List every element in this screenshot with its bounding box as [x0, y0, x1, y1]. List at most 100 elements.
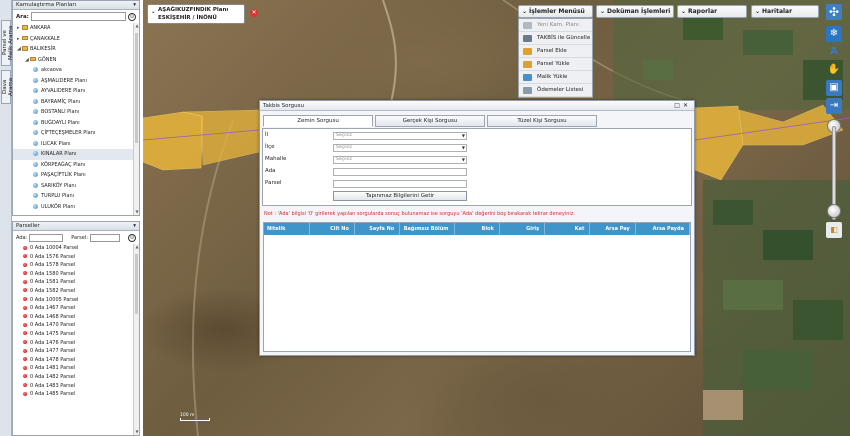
parsel-list-item[interactable]: 0 Ada 1482 Parsel — [13, 373, 133, 382]
tab-zemin-sorgusu[interactable]: Zemin Sorgusu — [263, 115, 373, 127]
parsel-field[interactable] — [333, 180, 467, 188]
tree-plan-item[interactable]: KÖRPEAĞAÇ Planı — [13, 160, 133, 171]
islemler-menu-item[interactable]: Malik Yükle — [519, 71, 592, 84]
column-header[interactable]: Kat — [545, 223, 591, 235]
column-header[interactable]: Blok — [455, 223, 500, 235]
scroll-up-icon[interactable]: ▲ — [134, 23, 140, 29]
tab-gercek-kisi-sorgusu[interactable]: Gerçek Kişi Sorgusu — [375, 115, 485, 127]
tree-plan-item[interactable]: AYVALIDERE Planı — [13, 86, 133, 97]
tree-plan-item[interactable]: ILICAK Planı — [13, 139, 133, 150]
parsel-list-item[interactable]: 0 Ada 1468 Parsel — [13, 313, 133, 322]
scroll-down-icon[interactable]: ▼ — [134, 209, 140, 215]
layers-icon[interactable]: ◧ — [826, 222, 842, 238]
parsel-list-scrollbar[interactable]: ▲ ▼ — [133, 244, 139, 435]
tree-plan-item[interactable]: ÇİFTEÇEŞMELER Planı — [13, 128, 133, 139]
column-header[interactable]: Arsa Pay — [590, 223, 636, 235]
dokuman-menu-button[interactable]: ⌄ Doküman İşlemleri — [596, 5, 674, 18]
parsel-list-item[interactable]: 0 Ada 1578 Parsel — [13, 261, 133, 270]
parsel-list-item[interactable]: 0 Ada 1477 Parsel — [13, 347, 133, 356]
tree-plan-item[interactable]: BAYRAMİÇ Planı — [13, 97, 133, 108]
collapse-icon[interactable]: ▾ — [133, 1, 136, 10]
tab-dava-arama[interactable]: Dava Arama — [1, 70, 14, 104]
islemler-menu-item[interactable]: TAKBİS ile Güncelle — [519, 32, 592, 45]
column-header[interactable]: Cilt No — [310, 223, 355, 235]
islemler-menu-item[interactable]: Parsel Ekle — [519, 45, 592, 58]
raporlar-menu-button[interactable]: ⌄ Raporlar — [677, 5, 747, 18]
pan-hand-icon[interactable]: ✋ — [826, 62, 842, 78]
parsel-list-item[interactable]: 0 Ada 1576 Parsel — [13, 253, 133, 262]
parsel-list-item[interactable]: 0 Ada 10005 Parsel — [13, 296, 133, 305]
islemler-menu-item[interactable]: Yeni Kam. Planı — [519, 19, 592, 32]
parsel-item-label: 0 Ada 1477 Parsel — [30, 348, 76, 355]
close-plan-icon[interactable]: ✕ — [250, 9, 258, 17]
scroll-thumb[interactable] — [135, 33, 138, 143]
tree-plan-item[interactable]: ULUKÖR Planı — [13, 202, 133, 213]
haritalar-menu-button[interactable]: ⌄ Haritalar — [751, 5, 819, 18]
islemler-dropdown: Yeni Kam. Planı TAKBİS ile Güncelle Parsel… — [518, 18, 593, 98]
tree-plan-item[interactable]: BOSTANLI Planı — [13, 107, 133, 118]
tree-plan-item[interactable]: AŞMALIDERE Planı — [13, 76, 133, 87]
plan-tree-scrollbar[interactable]: ▲ ▼ — [133, 23, 139, 215]
parsel-list-item[interactable]: 0 Ada 1467 Parsel — [13, 304, 133, 313]
text-annotation-icon[interactable]: A — [826, 44, 842, 60]
plan-search-input[interactable] — [30, 12, 126, 21]
il-select[interactable]: Seçiniz ▼ — [333, 132, 467, 140]
tree-plan-item[interactable]: KINALAR Planı — [13, 149, 133, 160]
scroll-up-icon[interactable]: ▲ — [134, 244, 140, 250]
tab-parsel-malik-arama[interactable]: Parsel ve Malik Arama — [1, 20, 14, 66]
tree-plan-item[interactable]: PAŞAÇİFTLİK Planı — [13, 170, 133, 181]
parsel-list-item[interactable]: 0 Ada 1483 Parsel — [13, 382, 133, 391]
column-header[interactable]: Giriş — [500, 223, 546, 235]
tapinmaz-getir-button[interactable]: Tapınmaz Bilgilerini Getir — [333, 191, 467, 201]
tree-plan-item[interactable]: akcaova — [13, 65, 133, 76]
zoom-slider-handle[interactable] — [827, 204, 841, 218]
parsel-list-item[interactable]: 0 Ada 1476 Parsel — [13, 339, 133, 348]
tab-tuzel-kisi-sorgusu[interactable]: Tüzel Kişi Sorgusu — [487, 115, 597, 127]
parsel-marker-icon — [23, 271, 27, 276]
ilce-select[interactable]: Seçiniz ▼ — [333, 144, 467, 152]
close-icon[interactable]: ✕ — [683, 102, 691, 109]
navigation-compass-icon[interactable]: ✣ — [826, 4, 842, 20]
tree-folder-item[interactable]: ◢ GÖNEN — [13, 55, 133, 66]
parsel-list-item[interactable]: 0 Ada 1481 Parsel — [13, 364, 133, 373]
column-header[interactable]: Bağımsız Bölüm No — [400, 223, 455, 244]
tree-folder-item[interactable]: ▸ ANKARA — [13, 23, 133, 34]
scroll-down-icon[interactable]: ▼ — [134, 429, 140, 435]
column-header[interactable]: Nitelik — [264, 223, 310, 235]
active-plan-box[interactable]: ⌄ AŞAĞIKUZFINDIK Planı ESKİŞEHİR / İNÖNÜ — [147, 4, 245, 24]
column-header[interactable]: Arsa Payda — [636, 223, 690, 235]
tree-item-label: PAŞAÇİFTLİK Planı — [41, 172, 86, 178]
panel-title: Kamulaştırma Planları — [16, 2, 77, 8]
search-button[interactable]: ⊙ — [128, 12, 136, 21]
measure-area-icon[interactable]: ❄ — [826, 26, 842, 42]
scroll-thumb[interactable] — [135, 254, 138, 314]
parsel-list-item[interactable]: 0 Ada 1478 Parsel — [13, 356, 133, 365]
tree-plan-item[interactable]: SARIKÖY Planı — [13, 181, 133, 192]
parsel-list-item[interactable]: 0 Ada 1485 Parsel — [13, 390, 133, 399]
parsel-list-item[interactable]: 0 Ada 10004 Parsel — [13, 244, 133, 253]
parsel-list-item[interactable]: 0 Ada 1475 Parsel — [13, 330, 133, 339]
collapse-icon[interactable]: ▾ — [133, 222, 136, 231]
parsel-list-item[interactable]: 0 Ada 1582 Parsel — [13, 287, 133, 296]
tree-plan-item[interactable]: BUĞDAYLI Planı — [13, 118, 133, 129]
islemler-menu-item[interactable]: Parsel Yükle — [519, 58, 592, 71]
parsel-list-item[interactable]: 0 Ada 1470 Parsel — [13, 321, 133, 330]
tree-plan-item[interactable]: TURPLU Planı — [13, 191, 133, 202]
parsel-list-item[interactable]: 0 Ada 1581 Parsel — [13, 278, 133, 287]
maximize-icon[interactable]: □ — [674, 102, 683, 109]
info-tool-icon[interactable]: ▣ — [826, 80, 842, 96]
ada-input[interactable] — [29, 234, 64, 242]
export-icon[interactable]: ⇥ — [826, 98, 842, 114]
islemler-menu-button[interactable]: ⌄ İşlemler Menüsü — [518, 5, 593, 18]
menu-item-icon — [523, 22, 532, 29]
mahalle-select[interactable]: Seçiniz ▼ — [333, 156, 467, 164]
column-header[interactable]: Sayfa No — [355, 223, 401, 235]
ada-field[interactable] — [333, 168, 467, 176]
parsel-input[interactable] — [89, 234, 120, 242]
dialog-titlebar[interactable]: Takbis Sorgusu □✕ — [260, 101, 694, 111]
parsel-search-button[interactable]: ⊙ — [128, 234, 136, 242]
tree-folder-item[interactable]: ◢ BALIKESİR — [13, 44, 133, 55]
parsel-list-item[interactable]: 0 Ada 1580 Parsel — [13, 270, 133, 279]
islemler-menu-item[interactable]: Ödemeler Listesi — [519, 84, 592, 97]
tree-folder-item[interactable]: ▸ ÇANAKKALE — [13, 34, 133, 45]
